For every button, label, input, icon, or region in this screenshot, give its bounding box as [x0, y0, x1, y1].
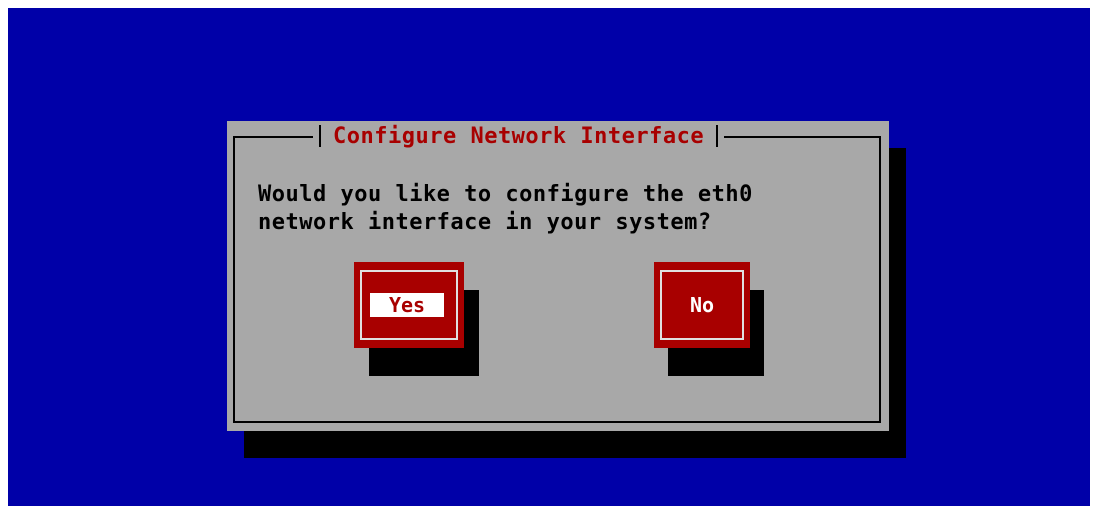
yes-button-label: Yes [388, 293, 426, 317]
dialog-title: Configure Network Interface [333, 123, 705, 149]
title-right-edge [716, 125, 719, 147]
no-button[interactable]: No [654, 262, 750, 348]
configure-network-dialog: Configure Network Interface Would you li… [227, 121, 889, 431]
message-line-1: Would you like to configure the eth0 [258, 182, 753, 207]
console-screen: Configure Network Interface Would you li… [8, 8, 1090, 506]
dialog-title-bar: Configure Network Interface [313, 121, 725, 151]
dialog-message: Would you like to configure the eth0 net… [258, 181, 753, 237]
no-button-label: No [689, 293, 715, 317]
message-line-2: network interface in your system? [258, 210, 712, 235]
dialog-frame [233, 136, 881, 423]
yes-button[interactable]: Yes [354, 262, 464, 348]
